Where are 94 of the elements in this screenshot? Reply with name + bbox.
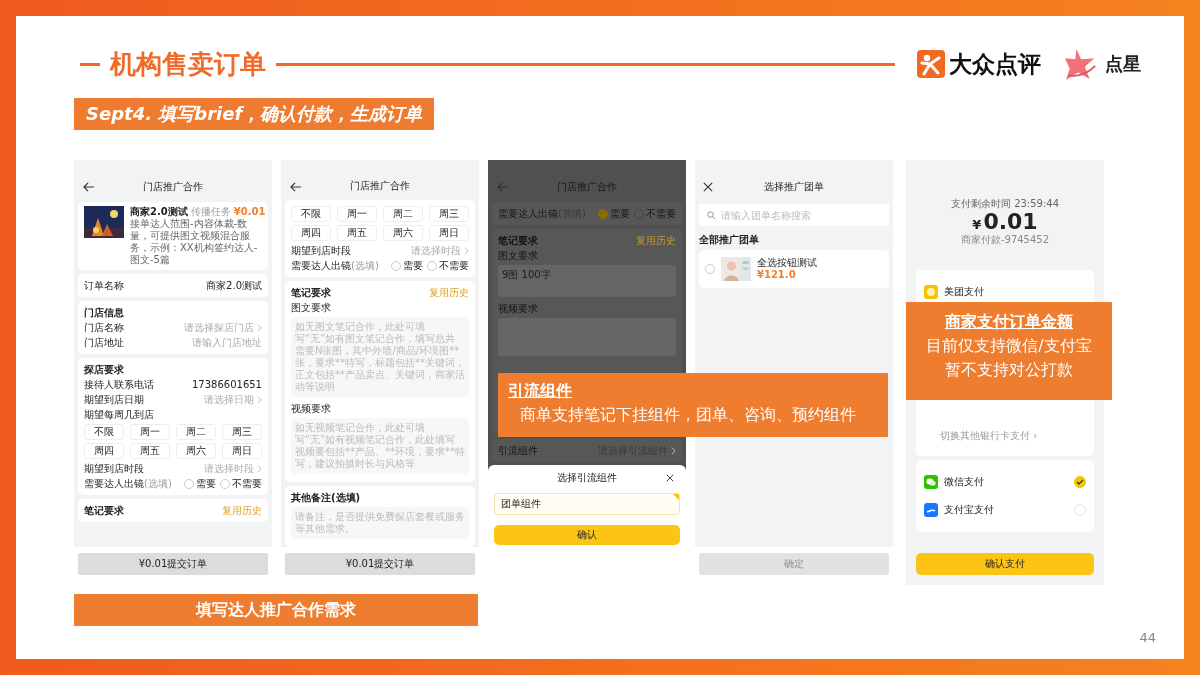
field-label: 期望每周几到店 (84, 408, 155, 422)
product-description: 接单达人范围-内容体裁-数量，可提供图文视频混合服务，示例：XX机构签约达人-图文-5篇 (130, 218, 259, 266)
weekday-chip[interactable]: 周五 (337, 225, 377, 241)
chat-bubble-icon (924, 475, 938, 489)
weekday-chip[interactable]: 周四 (84, 443, 124, 459)
person-logo-icon (917, 50, 945, 78)
confirm-payment-button[interactable]: 确认支付 (916, 553, 1094, 575)
option-label: 不需要 (439, 259, 469, 272)
section-title: 笔记要求 (291, 286, 331, 299)
weekday-chip[interactable]: 周六 (383, 225, 423, 241)
field-label: 门店名称 (84, 321, 124, 334)
screen-title: 门店推广合作 (350, 180, 410, 192)
back-arrow-icon[interactable] (82, 182, 95, 192)
section-title: 其他备注(选填) (291, 491, 361, 504)
submit-button[interactable]: ¥0.01提交订单 (78, 553, 268, 575)
close-icon[interactable] (666, 474, 674, 482)
weekday-chip[interactable]: 周三 (222, 424, 262, 440)
confirm-button[interactable]: 确认 (494, 525, 680, 545)
field-label: 图文要求 (291, 301, 332, 315)
product-tag: 传播任务 (190, 206, 231, 218)
chevron-icon (257, 395, 262, 404)
section-title: 全部推广团单 (699, 234, 760, 246)
deal-card[interactable]: 全选按钮测试 ¥121.0 (699, 250, 889, 288)
option-label: 需要 (196, 477, 216, 490)
field-value: 17386601651 (192, 378, 262, 391)
callout-text: 商单支持笔记下挂组件，团单、咨询、预约组件 (519, 404, 857, 426)
radio-button[interactable] (598, 208, 608, 219)
subtitle-banner: Sept4. 填写brief，确认付款，生成订单 (74, 98, 435, 130)
back-arrow-icon[interactable] (289, 182, 302, 192)
section-title: 探店要求 (84, 363, 124, 376)
chevron-icon (671, 446, 676, 455)
logo-text: 大众点评 (949, 49, 1041, 79)
screen-title: 门店推广合作 (143, 181, 203, 193)
option-label: 不需要 (232, 477, 262, 490)
component-option[interactable]: 团单组件 (494, 493, 680, 515)
callout-title: 引流组件 (508, 380, 573, 402)
payee-text: 商家付款-9745452 (960, 234, 1050, 246)
check-icon[interactable] (1074, 476, 1086, 488)
close-icon[interactable] (703, 182, 713, 192)
weekday-chip[interactable]: 周二 (176, 424, 216, 440)
option-label: 需要 (403, 259, 423, 272)
section-title: 笔记要求 (84, 504, 124, 517)
slide-title: 机构售卖订单 (110, 47, 266, 81)
sheet-title: 选择引流组件 (557, 472, 617, 484)
weekday-chip[interactable]: 周日 (429, 225, 469, 241)
payment-method[interactable]: 微信支付 (944, 476, 984, 488)
field-label: 订单名称 (84, 279, 124, 292)
search-icon (707, 210, 716, 220)
callout-text: 目前仅支持微信/支付宝 (925, 335, 1093, 357)
payment-method[interactable]: 支付宝支付 (944, 504, 994, 516)
field-label: 需要达人出镜 (84, 477, 144, 490)
payment-app-icon (924, 503, 938, 517)
section-title: 笔记要求 (498, 234, 538, 247)
field-label: 需要达人出镜 (291, 259, 351, 272)
field-label: 期望到店时段 (291, 244, 351, 257)
callout-text: 暂不支持对公打款 (944, 359, 1074, 381)
payment-method[interactable]: 美团支付 (944, 286, 984, 298)
currency-symbol: ¥ (972, 219, 982, 231)
section-title: 门店信息 (84, 306, 124, 319)
logo-text: 点星 (1105, 52, 1141, 76)
optional-note: (选填) (351, 259, 379, 272)
deal-title: 全选按钮测试 (757, 257, 817, 269)
weekday-chip[interactable]: 周一 (337, 206, 377, 222)
weekday-chip[interactable]: 周日 (222, 443, 262, 459)
field-label: 期望到店日期 (84, 393, 144, 406)
weekday-chip[interactable]: 周一 (130, 424, 170, 440)
product-title: 商家2.0测试 (130, 206, 188, 218)
deal-price: ¥121.0 (757, 269, 797, 281)
weekday-chip[interactable]: 不限 (84, 424, 124, 440)
chevron-icon (464, 246, 469, 255)
screen-title: 选择推广团单 (764, 181, 824, 193)
field-label: 图文要求 (498, 249, 539, 263)
wallet-icon (924, 285, 938, 299)
countdown-text: 支付剩余时间 23:59:44 (950, 198, 1060, 210)
weekday-chip[interactable]: 周三 (429, 206, 469, 222)
weekday-chip[interactable]: 周四 (291, 225, 331, 241)
chevron-icon (257, 323, 262, 332)
page-number: 44 (1139, 630, 1156, 645)
weekday-chip[interactable]: 周六 (176, 443, 216, 459)
chevron-icon (257, 464, 262, 473)
optional-note: (选填) (144, 477, 172, 490)
field-label: 期望到店时段 (84, 462, 144, 475)
field-label: 视频要求 (291, 402, 332, 416)
callout-title: 商家支付订单金额 (944, 311, 1074, 333)
field-value: 商家2.0测试 (206, 279, 262, 292)
caption-banner: 填写达人推广合作需求 (74, 594, 478, 626)
field-label: 门店地址 (84, 336, 124, 349)
submit-button[interactable]: ¥0.01提交订单 (285, 553, 475, 575)
product-price: ¥0.01 (233, 206, 266, 218)
weekday-chip[interactable]: 周五 (130, 443, 170, 459)
field-label: 接待人联系电话 (84, 378, 154, 391)
payment-amount: 0.01 (983, 210, 1038, 234)
weekday-chip[interactable]: 周二 (383, 206, 423, 222)
weekday-chip[interactable]: 不限 (291, 206, 331, 222)
